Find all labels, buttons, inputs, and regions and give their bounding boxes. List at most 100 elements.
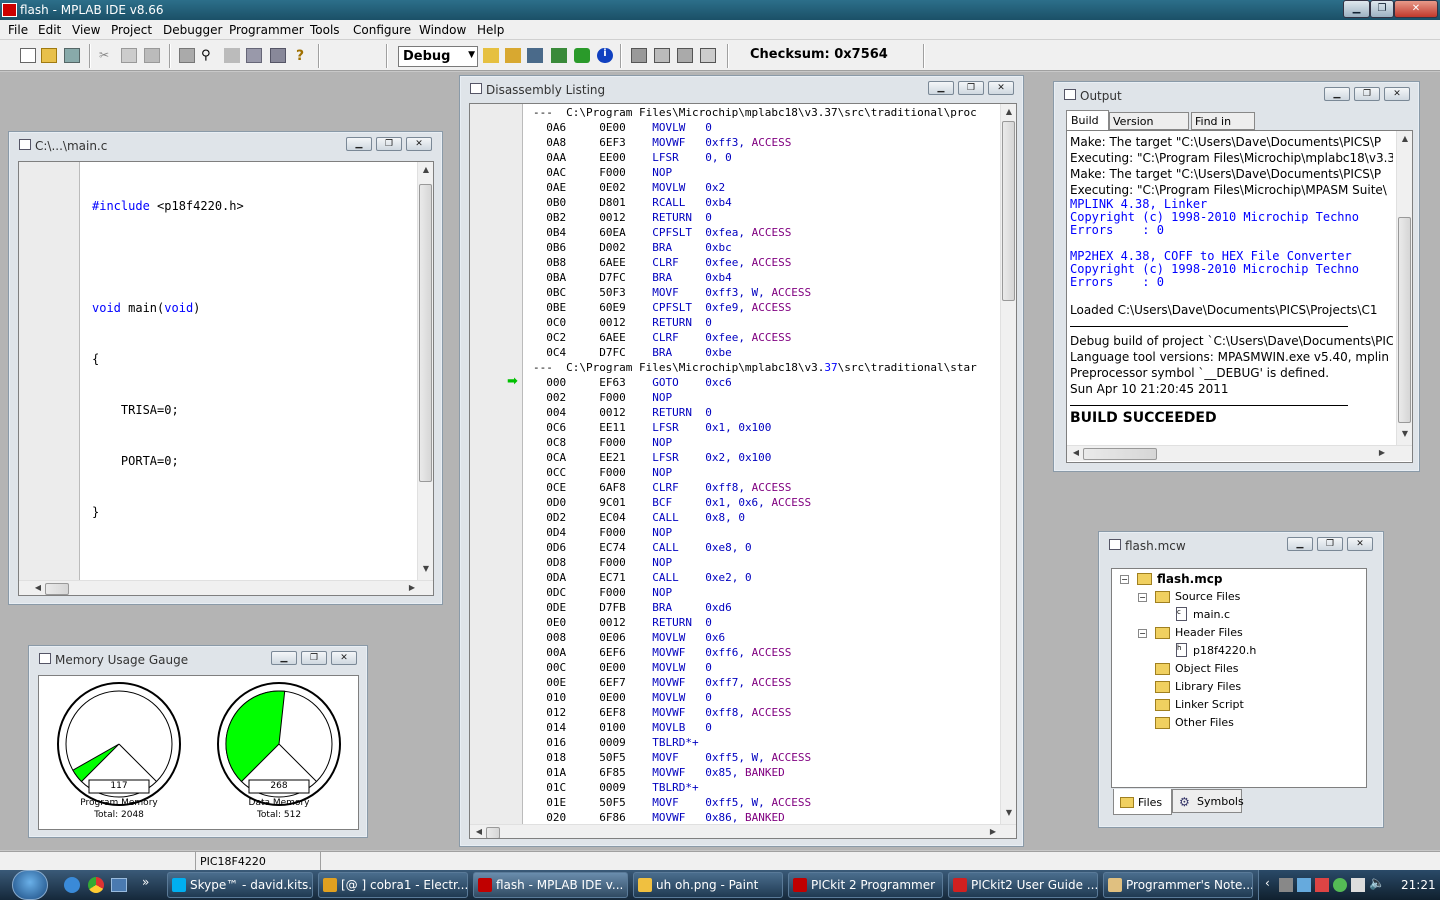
project-minimize-button[interactable]: ▁ — [1287, 537, 1313, 551]
scroll-up-icon[interactable]: ▲ — [1001, 107, 1016, 116]
disasm-row[interactable]: 0AE 0E02 MOVLW 0x2 — [533, 180, 1000, 195]
disasm-row[interactable]: 0D0 9C01 BCF 0x1, 0x6, ACCESS — [533, 495, 1000, 510]
disasm-row[interactable]: 002 F000 NOP — [533, 390, 1000, 405]
new-project-icon[interactable] — [483, 48, 499, 63]
minimize-button[interactable]: ▁ — [1343, 0, 1370, 18]
disasm-vscroll-thumb[interactable] — [1002, 121, 1015, 301]
paste-icon[interactable] — [144, 48, 160, 63]
save-project-icon[interactable] — [527, 48, 543, 63]
project-root[interactable]: flash.mcp — [1157, 572, 1222, 586]
menu-edit[interactable]: Edit — [38, 23, 61, 37]
tab-build[interactable]: Build — [1066, 110, 1109, 130]
disasm-row[interactable]: 018 50F5 MOVF 0xff5, W, ACCESS — [533, 750, 1000, 765]
project-maximize-button[interactable]: ❐ — [1317, 537, 1343, 551]
editor-hscroll-thumb[interactable] — [45, 583, 69, 595]
output-close-button[interactable]: ✕ — [1384, 87, 1410, 101]
bookmark-icon[interactable] — [246, 48, 262, 63]
scroll-left-icon[interactable]: ◀ — [33, 583, 43, 592]
disasm-row[interactable]: 0A6 0E00 MOVLW 0 — [533, 120, 1000, 135]
gauge-minimize-button[interactable]: ▁ — [271, 651, 297, 665]
scroll-down-icon[interactable]: ▼ — [418, 564, 433, 573]
disasm-close-button[interactable]: ✕ — [988, 81, 1014, 95]
disasm-row[interactable]: 0A8 6EF3 MOVWF 0xff3, ACCESS — [533, 135, 1000, 150]
maximize-button[interactable]: ❐ — [1370, 0, 1394, 18]
find-icon[interactable]: ⚲ — [201, 48, 217, 63]
menu-project[interactable]: Project — [111, 23, 152, 37]
scroll-up-icon[interactable]: ▲ — [1397, 134, 1412, 143]
volume-icon[interactable]: 🔈 — [1369, 876, 1385, 891]
disasm-gutter[interactable] — [470, 104, 523, 824]
disasm-row[interactable]: 01C 0009 TBLRD*+ — [533, 780, 1000, 795]
scroll-right-icon[interactable]: ▶ — [988, 827, 998, 836]
disasm-row[interactable]: 0D6 EC74 CALL 0xe8, 0 — [533, 540, 1000, 555]
build-icon[interactable] — [551, 48, 567, 63]
taskbar-item-pdf[interactable]: PICkit2 User Guide ... — [948, 872, 1098, 898]
disasm-row[interactable]: 0AC F000 NOP — [533, 165, 1000, 180]
disasm-hscroll-thumb[interactable] — [486, 827, 500, 838]
tray-hfs-icon[interactable] — [1279, 878, 1293, 892]
scroll-left-icon[interactable]: ◀ — [474, 827, 484, 836]
open-folder-icon[interactable] — [41, 48, 57, 63]
clock[interactable]: 21:21 — [1401, 878, 1436, 892]
scroll-right-icon[interactable]: ▶ — [1377, 448, 1387, 457]
output-vscroll-thumb[interactable] — [1398, 217, 1411, 423]
taskbar-item-pickit[interactable]: PICkit 2 Programmer — [788, 872, 943, 898]
disasm-row[interactable]: 0CE 6AF8 CLRF 0xff8, ACCESS — [533, 480, 1000, 495]
disasm-row[interactable]: 0C4 D7FC BRA 0xbe — [533, 345, 1000, 360]
editor-hscrollbar[interactable]: ◀ ▶ — [19, 580, 433, 595]
gauge-close-button[interactable]: ✕ — [331, 651, 357, 665]
tree-object-files[interactable]: Object Files — [1175, 662, 1238, 675]
gauge-maximize-button[interactable]: ❐ — [301, 651, 327, 665]
disasm-row[interactable]: 00C 0E00 MOVLW 0 — [533, 660, 1000, 675]
output-minimize-button[interactable]: ▁ — [1324, 87, 1350, 101]
disasm-minimize-button[interactable]: ▁ — [928, 81, 954, 95]
open-project-icon[interactable] — [505, 48, 521, 63]
disasm-row[interactable]: 0CC F000 NOP — [533, 465, 1000, 480]
disasm-row[interactable]: 0C6 EE11 LFSR 0x1, 0x100 — [533, 420, 1000, 435]
disasm-row[interactable]: 0C2 6AEE CLRF 0xfee, ACCESS — [533, 330, 1000, 345]
disasm-row[interactable]: 0C8 F000 NOP — [533, 435, 1000, 450]
scroll-up-icon[interactable]: ▲ — [418, 165, 433, 174]
menu-configure[interactable]: Configure — [353, 23, 411, 37]
find-in-files-icon[interactable] — [224, 48, 240, 63]
scroll-left-icon[interactable]: ◀ — [1071, 448, 1081, 457]
sfr-icon[interactable] — [677, 48, 693, 63]
copy-icon[interactable] — [121, 48, 137, 63]
disasm-row[interactable]: 00A 6EF6 MOVWF 0xff6, ACCESS — [533, 645, 1000, 660]
tray-monitor-icon[interactable] — [1351, 878, 1365, 892]
start-button[interactable] — [12, 870, 48, 900]
output-vscrollbar[interactable]: ▲ ▼ — [1396, 131, 1412, 445]
scroll-down-icon[interactable]: ▼ — [1397, 429, 1412, 438]
tab-find-in-files[interactable]: Find in Files — [1191, 112, 1255, 141]
disasm-row[interactable]: 0DE D7FB BRA 0xd6 — [533, 600, 1000, 615]
menu-tools[interactable]: Tools — [310, 23, 340, 37]
project-close-button[interactable]: ✕ — [1347, 537, 1373, 551]
disasm-row[interactable]: 0B0 D801 RCALL 0xb4 — [533, 195, 1000, 210]
disasm-row[interactable]: 0AA EE00 LFSR 0, 0 — [533, 150, 1000, 165]
output-maximize-button[interactable]: ❐ — [1354, 87, 1380, 101]
show-desktop-icon[interactable] — [111, 878, 127, 892]
disasm-row[interactable]: 0B8 6AEE CLRF 0xfee, ACCESS — [533, 255, 1000, 270]
disasm-row[interactable]: 0D2 EC04 CALL 0x8, 0 — [533, 510, 1000, 525]
editor-gutter[interactable] — [19, 162, 80, 580]
taskbar-item-mplab[interactable]: flash - MPLAB IDE v... — [473, 872, 628, 898]
program-memory-icon[interactable] — [631, 48, 647, 63]
editor-vscroll-thumb[interactable] — [419, 184, 432, 482]
close-button[interactable]: ✕ — [1394, 0, 1438, 18]
tray-expand-icon[interactable]: ‹ — [1265, 876, 1270, 890]
disasm-row[interactable]: 0D4 F000 NOP — [533, 525, 1000, 540]
disasm-source-header[interactable]: --- C:\Program Files\Microchip\mplabc18\… — [533, 105, 1000, 120]
disasm-row[interactable]: 0BC 50F3 MOVF 0xff3, W, ACCESS — [533, 285, 1000, 300]
menu-file[interactable]: File — [8, 23, 28, 37]
disasm-row[interactable]: 0BE 60E9 CPFSLT 0xfe9, ACCESS — [533, 300, 1000, 315]
print-icon[interactable] — [179, 48, 195, 63]
disasm-row[interactable]: 010 0E00 MOVLW 0 — [533, 690, 1000, 705]
editor-minimize-button[interactable]: ▁ — [346, 137, 372, 151]
ie-icon[interactable] — [64, 877, 80, 893]
tab-files[interactable]: Files — [1113, 789, 1172, 815]
disasm-row[interactable]: 00E 6EF7 MOVWF 0xff7, ACCESS — [533, 675, 1000, 690]
save-icon[interactable] — [64, 48, 80, 63]
chrome-icon[interactable] — [88, 877, 104, 893]
scroll-right-icon[interactable]: ▶ — [407, 583, 417, 592]
disasm-row[interactable]: 0D8 F000 NOP — [533, 555, 1000, 570]
